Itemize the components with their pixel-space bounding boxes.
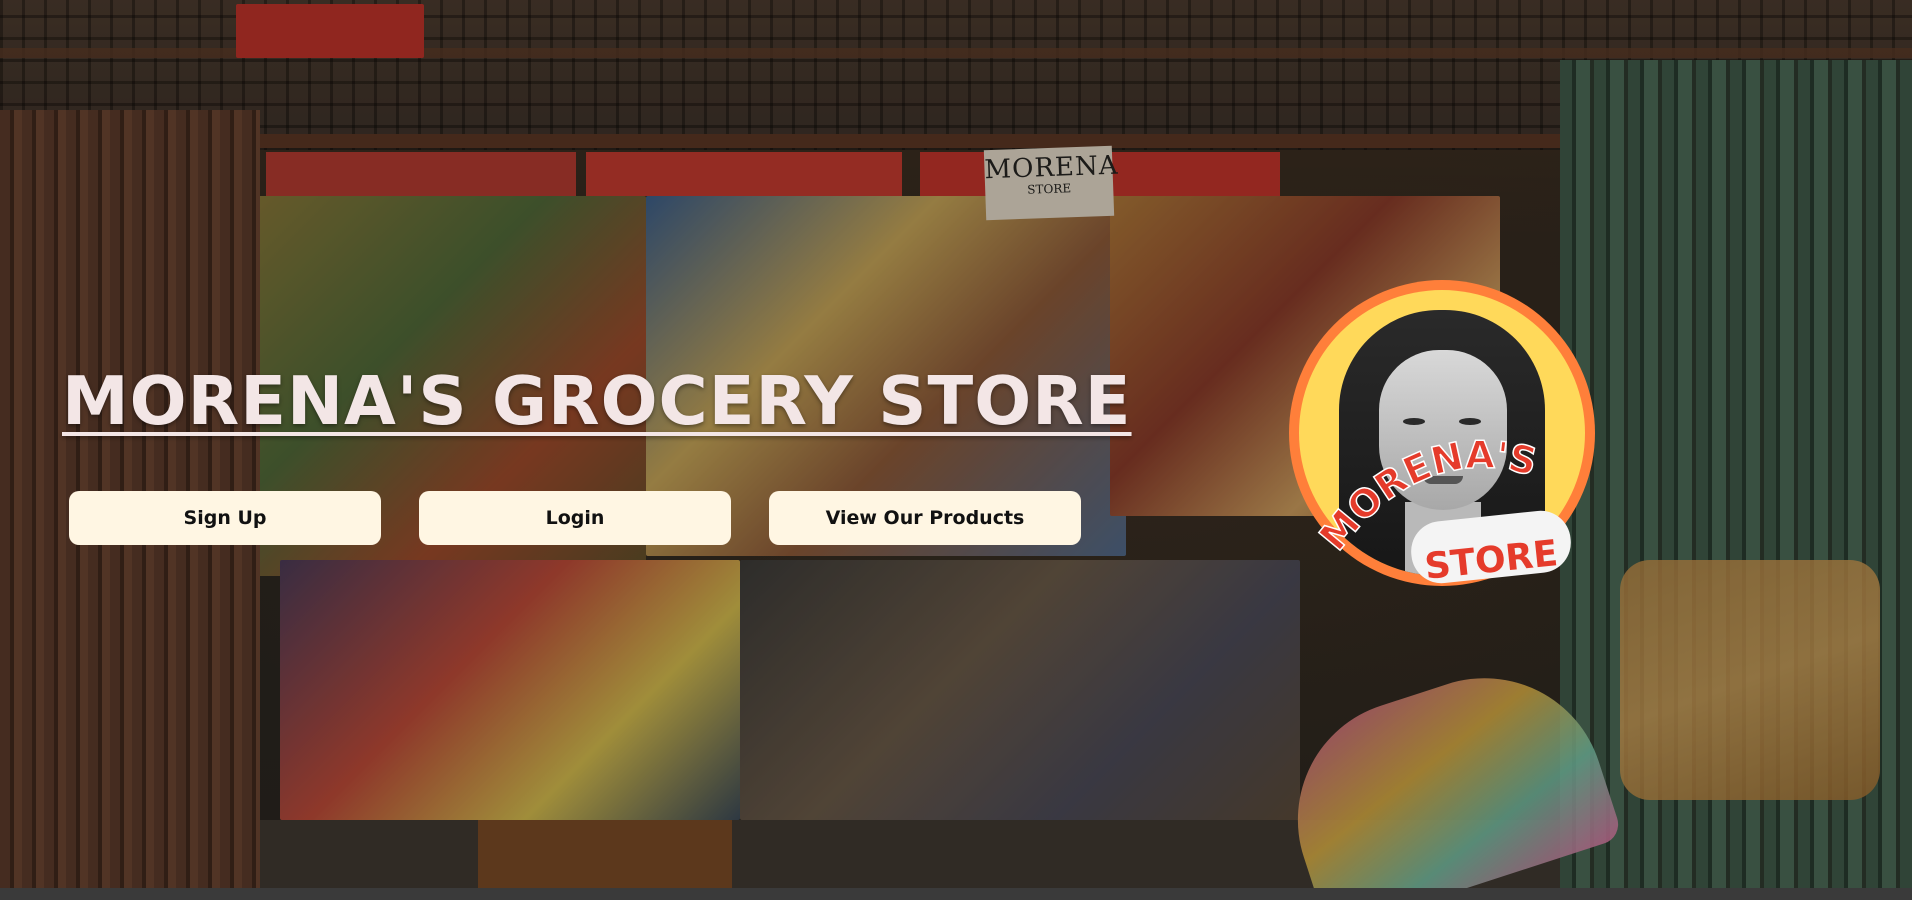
bottom-bar (0, 888, 1912, 900)
background-dim-overlay (0, 0, 1912, 888)
store-logo: MORENA'S STORE (1285, 276, 1603, 606)
view-products-button[interactable]: View Our Products (769, 491, 1081, 545)
sign-up-button[interactable]: Sign Up (69, 491, 381, 545)
logo-text: MORENA'S STORE (1310, 432, 1560, 588)
logo-line2: STORE (1423, 533, 1560, 588)
login-button[interactable]: Login (419, 491, 731, 545)
page-title: MORENA'S GROCERY STORE (62, 362, 1132, 440)
hero-section: MORENA STORE MORENA'S GROCERY STORE Sign… (0, 0, 1912, 888)
